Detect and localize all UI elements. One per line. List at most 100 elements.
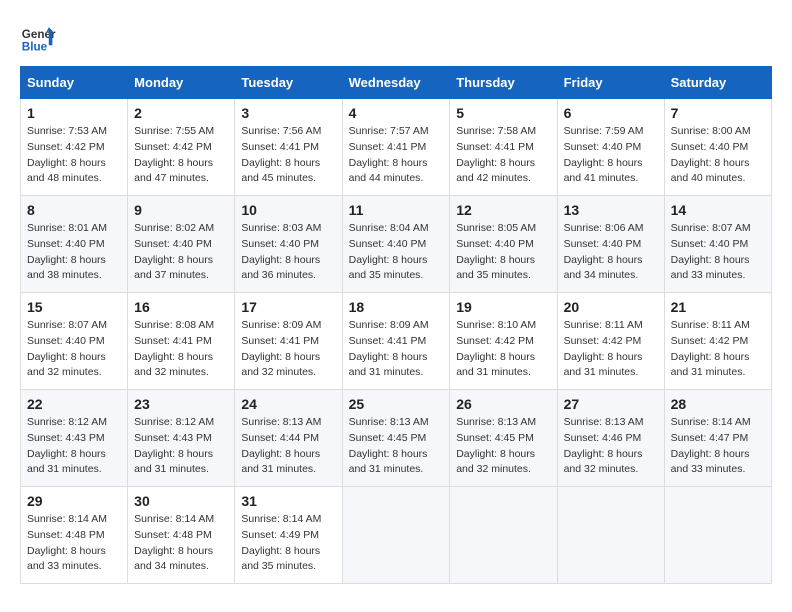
calendar-table: SundayMondayTuesdayWednesdayThursdayFrid…: [20, 66, 772, 584]
calendar-cell: [664, 487, 771, 584]
calendar-cell: 6 Sunrise: 7:59 AMSunset: 4:40 PMDaylight…: [557, 99, 664, 196]
calendar-cell: 22 Sunrise: 8:12 AMSunset: 4:43 PMDayligh…: [21, 390, 128, 487]
day-number: 2: [134, 105, 228, 121]
day-number: 22: [27, 396, 121, 412]
day-info: Sunrise: 8:09 AMSunset: 4:41 PMDaylight:…: [349, 318, 444, 381]
day-number: 29: [27, 493, 121, 509]
day-info: Sunrise: 8:11 AMSunset: 4:42 PMDaylight:…: [564, 318, 658, 381]
day-number: 5: [456, 105, 550, 121]
day-info: Sunrise: 8:02 AMSunset: 4:40 PMDaylight:…: [134, 221, 228, 284]
day-number: 16: [134, 299, 228, 315]
week-row: 1 Sunrise: 7:53 AMSunset: 4:42 PMDaylight…: [21, 99, 772, 196]
calendar-cell: 14Sunrise: 8:07 AMSunset: 4:40 PMDayligh…: [664, 196, 771, 293]
day-info: Sunrise: 8:12 AMSunset: 4:43 PMDaylight:…: [134, 415, 228, 478]
week-row: 22 Sunrise: 8:12 AMSunset: 4:43 PMDayligh…: [21, 390, 772, 487]
calendar-cell: 16 Sunrise: 8:08 AMSunset: 4:41 PMDayligh…: [128, 293, 235, 390]
day-info: Sunrise: 7:58 AMSunset: 4:41 PMDaylight:…: [456, 124, 550, 187]
calendar-cell: 28 Sunrise: 8:14 AMSunset: 4:47 PMDayligh…: [664, 390, 771, 487]
calendar-cell: 26Sunrise: 8:13 AMSunset: 4:45 PMDayligh…: [450, 390, 557, 487]
calendar-cell: [557, 487, 664, 584]
day-info: Sunrise: 8:04 AMSunset: 4:40 PMDaylight:…: [349, 221, 444, 284]
day-info: Sunrise: 8:00 AMSunset: 4:40 PMDaylight:…: [671, 124, 765, 187]
day-number: 20: [564, 299, 658, 315]
day-number: 14: [671, 202, 765, 218]
calendar-cell: 21Sunrise: 8:11 AMSunset: 4:42 PMDayligh…: [664, 293, 771, 390]
day-info: Sunrise: 8:10 AMSunset: 4:42 PMDaylight:…: [456, 318, 550, 381]
day-info: Sunrise: 8:05 AMSunset: 4:40 PMDaylight:…: [456, 221, 550, 284]
calendar-cell: 31 Sunrise: 8:14 AMSunset: 4:49 PMDayligh…: [235, 487, 342, 584]
calendar-cell: 7 Sunrise: 8:00 AMSunset: 4:40 PMDaylight…: [664, 99, 771, 196]
day-info: Sunrise: 8:13 AMSunset: 4:45 PMDaylight:…: [349, 415, 444, 478]
day-info: Sunrise: 8:14 AMSunset: 4:49 PMDaylight:…: [241, 512, 335, 575]
day-number: 7: [671, 105, 765, 121]
day-number: 4: [349, 105, 444, 121]
day-number: 12: [456, 202, 550, 218]
day-header-saturday: Saturday: [664, 67, 771, 99]
calendar-cell: 10 Sunrise: 8:03 AMSunset: 4:40 PMDayligh…: [235, 196, 342, 293]
logo-icon: General Blue: [20, 20, 56, 56]
day-number: 31: [241, 493, 335, 509]
day-info: Sunrise: 8:12 AMSunset: 4:43 PMDaylight:…: [27, 415, 121, 478]
day-info: Sunrise: 8:06 AMSunset: 4:40 PMDaylight:…: [564, 221, 658, 284]
day-header-tuesday: Tuesday: [235, 67, 342, 99]
day-number: 30: [134, 493, 228, 509]
day-info: Sunrise: 7:53 AMSunset: 4:42 PMDaylight:…: [27, 124, 121, 187]
day-header-monday: Monday: [128, 67, 235, 99]
week-row: 15 Sunrise: 8:07 AMSunset: 4:40 PMDayligh…: [21, 293, 772, 390]
day-info: Sunrise: 7:57 AMSunset: 4:41 PMDaylight:…: [349, 124, 444, 187]
day-number: 3: [241, 105, 335, 121]
day-number: 27: [564, 396, 658, 412]
day-info: Sunrise: 7:59 AMSunset: 4:40 PMDaylight:…: [564, 124, 658, 187]
calendar-cell: 1 Sunrise: 7:53 AMSunset: 4:42 PMDaylight…: [21, 99, 128, 196]
week-row: 8 Sunrise: 8:01 AMSunset: 4:40 PMDaylight…: [21, 196, 772, 293]
day-info: Sunrise: 7:56 AMSunset: 4:41 PMDaylight:…: [241, 124, 335, 187]
day-number: 9: [134, 202, 228, 218]
calendar-cell: 2 Sunrise: 7:55 AMSunset: 4:42 PMDaylight…: [128, 99, 235, 196]
day-number: 28: [671, 396, 765, 412]
calendar-cell: 18Sunrise: 8:09 AMSunset: 4:41 PMDayligh…: [342, 293, 450, 390]
day-header-friday: Friday: [557, 67, 664, 99]
day-number: 11: [349, 202, 444, 218]
calendar-cell: 17 Sunrise: 8:09 AMSunset: 4:41 PMDayligh…: [235, 293, 342, 390]
day-number: 8: [27, 202, 121, 218]
page-header: General Blue: [20, 20, 772, 56]
day-number: 6: [564, 105, 658, 121]
calendar-cell: 4 Sunrise: 7:57 AMSunset: 4:41 PMDaylight…: [342, 99, 450, 196]
day-number: 15: [27, 299, 121, 315]
day-number: 25: [349, 396, 444, 412]
day-number: 10: [241, 202, 335, 218]
calendar-cell: 3 Sunrise: 7:56 AMSunset: 4:41 PMDaylight…: [235, 99, 342, 196]
day-header-wednesday: Wednesday: [342, 67, 450, 99]
day-number: 19: [456, 299, 550, 315]
calendar-cell: 12 Sunrise: 8:05 AMSunset: 4:40 PMDayligh…: [450, 196, 557, 293]
calendar-cell: 25 Sunrise: 8:13 AMSunset: 4:45 PMDayligh…: [342, 390, 450, 487]
day-info: Sunrise: 8:13 AMSunset: 4:44 PMDaylight:…: [241, 415, 335, 478]
calendar-cell: 24 Sunrise: 8:13 AMSunset: 4:44 PMDayligh…: [235, 390, 342, 487]
day-info: Sunrise: 8:09 AMSunset: 4:41 PMDaylight:…: [241, 318, 335, 381]
day-info: Sunrise: 7:55 AMSunset: 4:42 PMDaylight:…: [134, 124, 228, 187]
calendar-cell: 23 Sunrise: 8:12 AMSunset: 4:43 PMDayligh…: [128, 390, 235, 487]
calendar-cell: 5 Sunrise: 7:58 AMSunset: 4:41 PMDaylight…: [450, 99, 557, 196]
day-header-thursday: Thursday: [450, 67, 557, 99]
calendar-cell: 27 Sunrise: 8:13 AMSunset: 4:46 PMDayligh…: [557, 390, 664, 487]
day-info: Sunrise: 8:13 AMSunset: 4:46 PMDaylight:…: [564, 415, 658, 478]
day-info: Sunrise: 8:14 AMSunset: 4:47 PMDaylight:…: [671, 415, 765, 478]
calendar-cell: 19 Sunrise: 8:10 AMSunset: 4:42 PMDayligh…: [450, 293, 557, 390]
day-number: 23: [134, 396, 228, 412]
day-info: Sunrise: 8:07 AMSunset: 4:40 PMDaylight:…: [27, 318, 121, 381]
logo: General Blue: [20, 20, 56, 56]
day-info: Sunrise: 8:01 AMSunset: 4:40 PMDaylight:…: [27, 221, 121, 284]
calendar-cell: 13Sunrise: 8:06 AMSunset: 4:40 PMDayligh…: [557, 196, 664, 293]
day-info: Sunrise: 8:14 AMSunset: 4:48 PMDaylight:…: [134, 512, 228, 575]
svg-text:Blue: Blue: [22, 41, 48, 54]
calendar-cell: [342, 487, 450, 584]
day-info: Sunrise: 8:03 AMSunset: 4:40 PMDaylight:…: [241, 221, 335, 284]
calendar-cell: 15 Sunrise: 8:07 AMSunset: 4:40 PMDayligh…: [21, 293, 128, 390]
day-info: Sunrise: 8:08 AMSunset: 4:41 PMDaylight:…: [134, 318, 228, 381]
day-number: 1: [27, 105, 121, 121]
day-number: 24: [241, 396, 335, 412]
calendar-cell: [450, 487, 557, 584]
day-number: 17: [241, 299, 335, 315]
day-number: 26: [456, 396, 550, 412]
week-row: 29 Sunrise: 8:14 AMSunset: 4:48 PMDayligh…: [21, 487, 772, 584]
